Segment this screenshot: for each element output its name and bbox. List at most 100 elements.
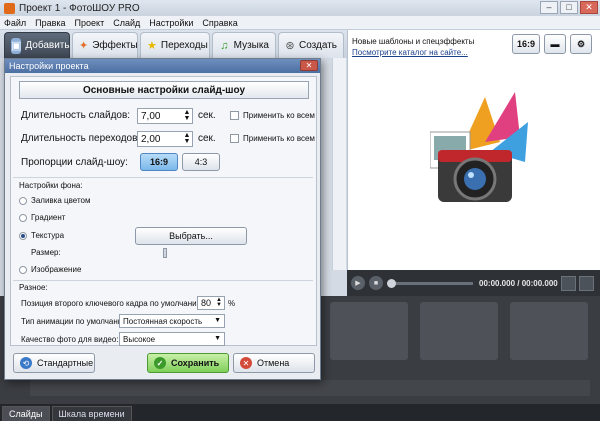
fullscreen-icon[interactable]: [578, 275, 594, 291]
slide-placeholder[interactable]: [330, 302, 408, 360]
slide-duration-value: 7,00: [141, 110, 161, 122]
tab-music-label: Музыка: [233, 40, 269, 51]
bg-fill-label: Заливка цветом: [31, 196, 91, 205]
checkmark-icon: ✓: [154, 357, 166, 369]
aspect-16-9-button[interactable]: 16:9: [140, 153, 178, 171]
project-settings-dialog: Настройки проекта ✕ Основные настройки с…: [4, 58, 321, 380]
aspect-ratio-button[interactable]: 16:9: [512, 34, 540, 54]
cancel-icon: ✕: [240, 357, 252, 369]
spin-arrows-icon[interactable]: ▲ ▼: [215, 297, 223, 308]
bg-fill-radio[interactable]: [19, 197, 27, 205]
reset-icon: ⟲: [20, 357, 32, 369]
divider: [13, 177, 313, 178]
menu-settings[interactable]: Настройки: [149, 18, 193, 28]
tab-slides[interactable]: Слайды: [2, 406, 50, 421]
close-button[interactable]: ✕: [580, 1, 598, 14]
default-button-label: Стандартные: [37, 358, 94, 368]
spin-arrows-icon[interactable]: ▲ ▼: [183, 109, 191, 122]
choose-texture-button[interactable]: Выбрать...: [135, 227, 247, 245]
chevron-down-icon: ▼: [214, 335, 221, 342]
tab-add[interactable]: ▣ Добавить: [4, 32, 70, 58]
tab-transitions[interactable]: ★ Переходы: [140, 32, 210, 58]
bottom-tabs: Слайды Шкала времени: [0, 404, 600, 421]
menu-project[interactable]: Проект: [75, 18, 105, 28]
dialog-header: Основные настройки слайд-шоу: [19, 81, 309, 99]
anim-label: Тип анимации по умолчанию:: [21, 317, 131, 326]
stop-icon[interactable]: ■: [369, 276, 383, 290]
tab-music[interactable]: ♫ Музыка: [212, 32, 276, 58]
keyframe-value: 80: [201, 298, 212, 308]
star-icon: ★: [147, 40, 157, 52]
menu-edit[interactable]: Правка: [35, 18, 65, 28]
tab-timeline[interactable]: Шкала времени: [51, 406, 132, 421]
save-button[interactable]: ✓ Сохранить: [147, 353, 229, 373]
divider: [13, 280, 313, 281]
play-icon[interactable]: ▶: [351, 276, 365, 290]
main-tabs: ▣ Добавить ✦ Эффекты ★ Переходы ♫ Музыка…: [0, 30, 347, 58]
player-bar: ▶ ■ 00:00.000 / 00:00.000: [347, 270, 600, 296]
percent-label: %: [228, 299, 236, 308]
tab-create-label: Создать: [298, 40, 337, 51]
quality-select[interactable]: Высокое ▼: [119, 332, 225, 346]
time-display: 00:00.000 / 00:00.000: [479, 278, 558, 288]
anim-select[interactable]: Постоянная скорость ▼: [119, 314, 225, 328]
cancel-button[interactable]: ✕ Отмена: [233, 353, 315, 373]
bg-gradient-radio[interactable]: [19, 214, 27, 222]
quality-value: Высокое: [123, 334, 156, 344]
tab-effects[interactable]: ✦ Эффекты: [72, 32, 138, 58]
tab-transitions-label: Переходы: [160, 40, 208, 51]
audio-track[interactable]: [30, 380, 590, 396]
bg-image-radio[interactable]: [19, 266, 27, 274]
minimize-button[interactable]: –: [540, 1, 558, 14]
news-line: Новые шаблоны и спецэффекты: [352, 37, 475, 46]
seek-knob[interactable]: [387, 278, 396, 288]
menu-help[interactable]: Справка: [202, 18, 237, 28]
menu-slide[interactable]: Слайд: [113, 18, 140, 28]
aspect-label: Пропорции слайд-шоу:: [21, 157, 128, 168]
catalog-link[interactable]: Посмотрите каталог на сайте...: [352, 47, 474, 58]
snapshot-icon[interactable]: [560, 275, 576, 291]
menu-bar: Файл Правка Проект Слайд Настройки Справ…: [0, 16, 600, 30]
slide-placeholder[interactable]: [420, 302, 498, 360]
slideshow-options-icon[interactable]: ▬: [544, 34, 566, 54]
dialog-body: Основные настройки слайд-шоу Длительност…: [10, 76, 317, 346]
tab-create[interactable]: ⊛ Создать: [278, 32, 344, 58]
cancel-button-label: Отмена: [257, 358, 290, 368]
spin-arrows-icon[interactable]: ▲ ▼: [183, 132, 191, 145]
bg-texture-radio[interactable]: [19, 232, 27, 240]
dialog-title: Настройки проекта: [9, 61, 89, 71]
transition-duration-input[interactable]: 2,00 ▲ ▼: [137, 131, 193, 147]
save-button-label: Сохранить: [171, 358, 220, 368]
title-bar: Проект 1 - ФотоШОУ PRO – □ ✕: [0, 0, 600, 16]
slide-placeholder[interactable]: [510, 302, 588, 360]
apply-all-label: Применить ко всем: [243, 134, 315, 143]
slide-duration-label: Длительность слайдов:: [21, 110, 131, 121]
slide-duration-input[interactable]: 7,00 ▲ ▼: [137, 108, 193, 124]
apply-all-transitions-checkbox[interactable]: [230, 134, 239, 143]
window-title: Проект 1 - ФотоШОУ PRO: [19, 2, 140, 14]
dialog-close-button[interactable]: ✕: [300, 60, 318, 71]
window-controls: – □ ✕: [540, 1, 598, 14]
gear-icon[interactable]: ⚙: [570, 34, 592, 54]
chevron-down-icon: ▼: [214, 317, 221, 324]
transition-duration-label: Длительность переходов:: [21, 133, 141, 144]
seek-slider[interactable]: [387, 278, 473, 288]
apply-all-label: Применить ко всем: [243, 111, 315, 120]
default-button[interactable]: ⟲ Стандартные: [13, 353, 95, 373]
aspect-4-3-button[interactable]: 4:3: [182, 153, 220, 171]
bg-section-label: Настройки фона:: [19, 181, 83, 190]
apply-all-slides-checkbox[interactable]: [230, 111, 239, 120]
size-slider[interactable]: [163, 248, 167, 258]
menu-file[interactable]: Файл: [4, 18, 26, 28]
bg-texture-label: Текстура: [31, 231, 65, 240]
sec-label: сек.: [198, 110, 216, 121]
bg-image-label: Изображение: [31, 265, 82, 274]
maximize-button[interactable]: □: [560, 1, 578, 14]
tab-effects-label: Эффекты: [92, 40, 138, 51]
keyframe-input[interactable]: 80 ▲ ▼: [197, 296, 225, 310]
list-scrollbar[interactable]: [332, 58, 346, 270]
anim-value: Постоянная скорость: [123, 316, 203, 326]
size-label: Размер:: [31, 248, 61, 257]
film-reel-icon: ⊛: [285, 40, 295, 52]
keyframe-label: Позиция второго ключевого кадра по умолч…: [21, 299, 205, 308]
